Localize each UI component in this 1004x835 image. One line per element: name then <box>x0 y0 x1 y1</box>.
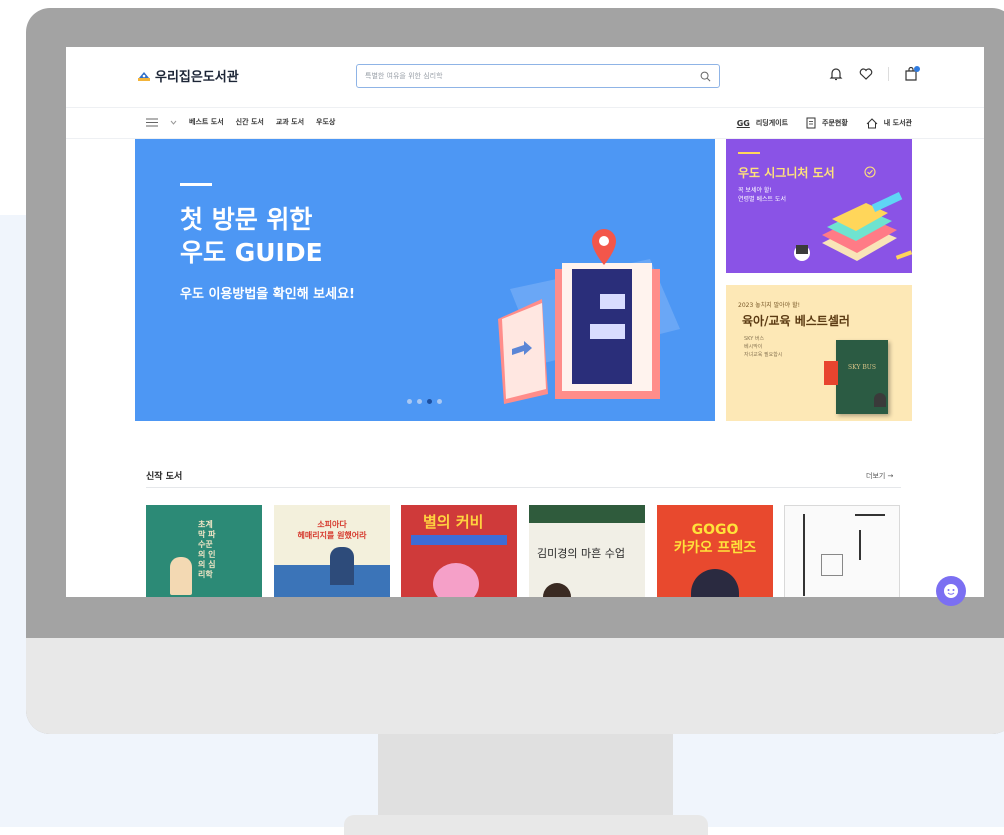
reading-gate-icon[interactable]: GG <box>737 119 750 128</box>
book-cover-stripe <box>855 514 885 516</box>
monitor-foot <box>344 815 708 835</box>
book-cover-figure <box>170 557 192 595</box>
chevron-down-icon[interactable] <box>170 120 177 125</box>
signature-subtitle: 꼭 보세야 할! 연령별 베스트 도서 <box>738 187 786 203</box>
monitor-chin <box>26 638 1004 734</box>
nav-item-textbook[interactable]: 교과 도서 <box>276 117 304 127</box>
banner-subtitle: 우도 이용방법을 확인해 보세요! <box>180 287 355 302</box>
new-books-more-link[interactable]: 더보기 → <box>866 471 893 481</box>
parenting-bestseller-banner[interactable]: 2023 놓치지 말아야 할! 육아/교육 베스트셀러 SKY 버스 베시막이 … <box>726 285 912 421</box>
nav-left: 베스트 도서 신간 도서 교과 도서 우도상 <box>146 117 335 127</box>
banner-dot-active[interactable] <box>427 399 432 404</box>
book-cover-stripe <box>821 554 843 576</box>
side-banner-accent <box>738 152 760 154</box>
book-cover[interactable]: GOGO 카카오 프렌즈 <box>657 505 773 597</box>
book-cover-title: 김미경의 마흔 수업 <box>537 547 625 560</box>
logo-text: 우리집은도서관 <box>155 70 239 85</box>
book-cover-label: SKY BUS <box>848 364 876 371</box>
chat-bot-icon <box>944 584 958 598</box>
book-cover-title: 별의 커비 <box>423 513 484 531</box>
book-cover-band <box>529 505 645 523</box>
nav-item-new[interactable]: 신간 도서 <box>236 117 264 127</box>
nav-item-award[interactable]: 우도상 <box>316 117 335 127</box>
kirby-figure <box>433 563 479 597</box>
book-cover[interactable]: 초계막 파수꾼의 인의 심리학 <box>146 505 262 597</box>
main-banner[interactable]: 첫 방문 위한 우도 GUIDE 우도 이용방법을 확인해 보세요! <box>135 139 715 421</box>
search-input[interactable]: 특별한 여유을 위한 심리학 <box>356 64 720 88</box>
home-icon[interactable] <box>866 117 878 129</box>
signature-books-banner[interactable]: 우도 시그니처 도서 꼭 보세야 할! 연령별 베스트 도서 <box>726 139 912 273</box>
bell-icon[interactable] <box>828 66 844 82</box>
book-tag <box>824 361 838 385</box>
book-cover-stripe <box>803 514 805 596</box>
author-photo <box>543 583 571 597</box>
nav-item-order-status[interactable]: 주문현황 <box>822 118 848 128</box>
cart-icon[interactable] <box>903 65 921 83</box>
book-cover-stripe <box>859 530 861 560</box>
edu-title: 육아/교육 베스트셀러 <box>742 314 850 328</box>
open-book-illustration <box>498 229 680 404</box>
nav-item-bestseller[interactable]: 베스트 도서 <box>189 117 224 127</box>
heart-icon[interactable] <box>858 66 874 82</box>
monitor-screen: 우리집은도서관 특별한 여유을 위한 심리학 베스트 도서 신간 도서 교과 도… <box>66 47 984 597</box>
banner-pagination <box>407 399 442 404</box>
order-icon[interactable] <box>806 117 816 129</box>
banner-dot[interactable] <box>417 399 422 404</box>
edu-subtitle: SKY 버스 베시막이 자녀교육 필요합시 <box>744 336 783 358</box>
banner-dot[interactable] <box>437 399 442 404</box>
section-divider <box>146 487 901 488</box>
book-cover[interactable] <box>784 505 900 597</box>
header-actions <box>828 65 921 83</box>
banner-accent-bar <box>180 183 212 186</box>
header-divider <box>888 67 889 81</box>
edu-pretitle: 2023 놓치지 말아야 할! <box>738 302 801 309</box>
book-cover-figure <box>330 547 354 585</box>
library-logo-icon <box>138 71 150 81</box>
nav-item-my-library[interactable]: 내 도서관 <box>884 118 912 128</box>
signature-title: 우도 시그니처 도서 <box>738 166 835 180</box>
banner-title: 첫 방문 위한 우도 GUIDE <box>180 205 323 267</box>
author-photo <box>874 393 886 407</box>
site-logo[interactable]: 우리집은도서관 <box>137 66 239 85</box>
nav-right: GG 리딩게이트 주문현황 내 도서관 <box>737 117 912 129</box>
new-books-title: 신작 도서 <box>146 472 183 482</box>
book-cover[interactable]: 별의 커비 <box>401 505 517 597</box>
monitor-neck <box>378 734 673 818</box>
book-cover-band <box>411 535 507 545</box>
category-nav: 베스트 도서 신간 도서 교과 도서 우도상 GG 리딩게이트 주문현황 내 도… <box>66 107 984 139</box>
book-cover[interactable]: 김미경의 마흔 수업 <box>529 505 645 597</box>
hamburger-menu-icon[interactable] <box>146 118 158 127</box>
book-cover-title: GOGO 카카오 프렌즈 <box>673 522 757 556</box>
book-cover-title: 초계막 파수꾼의 인의 심리학 <box>198 519 216 579</box>
search-placeholder: 특별한 여유을 위한 심리학 <box>365 72 443 80</box>
book-stack-illustration <box>794 192 912 261</box>
check-circle-icon <box>864 166 876 178</box>
book-cover[interactable]: 소피아다 헤매리지를 원했어라 <box>274 505 390 597</box>
nav-item-reading-gate[interactable]: 리딩게이트 <box>756 118 788 128</box>
banner-dot[interactable] <box>407 399 412 404</box>
chat-bot-button[interactable] <box>936 576 966 606</box>
character-figure <box>691 569 739 597</box>
search-icon[interactable] <box>700 71 711 82</box>
book-cover-title: 소피아다 헤매리지를 원했어라 <box>297 520 367 540</box>
